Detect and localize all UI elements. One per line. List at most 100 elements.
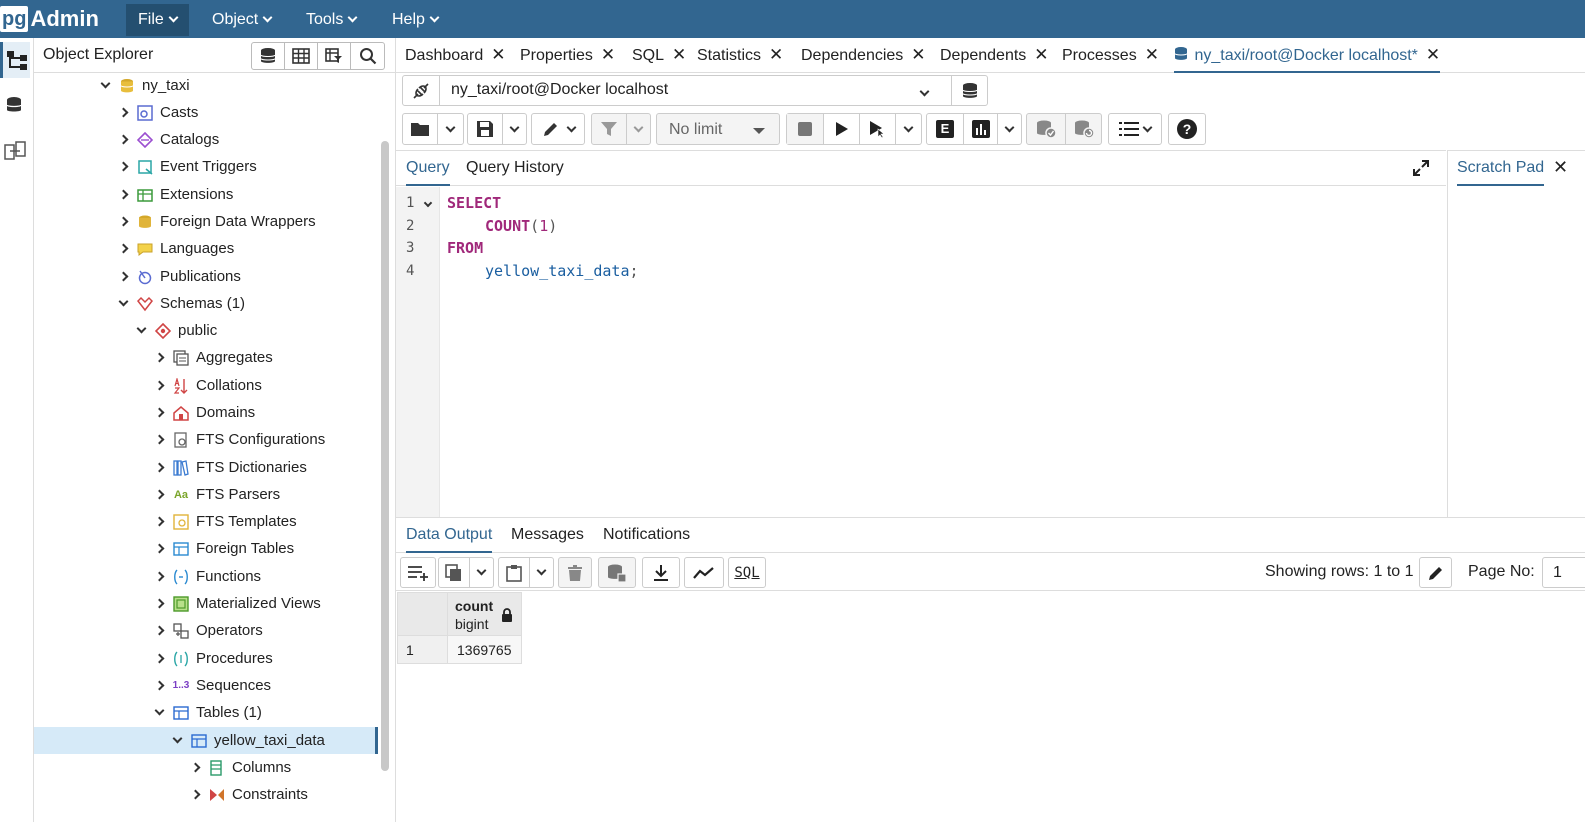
column-header-count[interactable]: count bigint	[447, 592, 522, 636]
tab-properties[interactable]: Properties ✕	[520, 38, 615, 73]
tree-item-tables[interactable]: Tables (1)	[34, 699, 378, 726]
chevron-right-icon[interactable]	[186, 762, 204, 773]
fold-chevron-icon[interactable]	[423, 195, 433, 212]
chevron-down-icon[interactable]	[96, 78, 114, 89]
close-icon[interactable]: ✕	[1553, 157, 1568, 178]
chevron-right-icon[interactable]	[150, 489, 168, 500]
macros-button[interactable]	[1109, 114, 1161, 144]
tab-dashboard[interactable]: Dashboard ✕	[405, 38, 506, 73]
chevron-down-icon[interactable]	[168, 733, 186, 744]
chevron-right-icon[interactable]	[186, 789, 204, 800]
filter-dropdown[interactable]	[626, 114, 650, 144]
tree-item-fts-parsers[interactable]: Aa FTS Parsers	[34, 481, 378, 508]
tree-item-schemas[interactable]: Schemas (1)	[34, 290, 378, 317]
copy-dropdown[interactable]	[469, 558, 493, 587]
chevron-right-icon[interactable]	[150, 598, 168, 609]
tree-item-domains[interactable]: Domains	[34, 399, 378, 426]
chevron-down-icon[interactable]	[114, 296, 132, 307]
tree-item-casts[interactable]: Casts	[34, 99, 378, 126]
chevron-right-icon[interactable]	[114, 216, 132, 227]
tree-item-constraints[interactable]: Constraints	[34, 781, 378, 808]
tree-item-procedures[interactable]: Procedures	[34, 645, 378, 672]
tree-item-public[interactable]: public	[34, 317, 378, 344]
tab-sql[interactable]: SQL ✕	[632, 38, 686, 73]
connection-status-icon[interactable]	[403, 76, 440, 105]
close-icon[interactable]: ✕	[1145, 38, 1159, 72]
explain-button[interactable]: E	[927, 114, 963, 144]
tree-item-languages[interactable]: Languages	[34, 235, 378, 262]
tree-item-aggregates[interactable]: Aggregates	[34, 344, 378, 371]
help-button[interactable]: ?	[1169, 114, 1205, 144]
tree-item-fts-templates[interactable]: FTS Templates	[34, 508, 378, 535]
stop-button[interactable]	[787, 114, 823, 144]
chevron-right-icon[interactable]	[150, 571, 168, 582]
close-icon[interactable]: ✕	[1034, 38, 1048, 72]
explorer-scrollbar[interactable]	[381, 141, 389, 771]
menu-tools[interactable]: Tools	[294, 4, 368, 36]
tab-query-history[interactable]: Query History	[466, 151, 564, 186]
tree-item-yellow-taxi-data[interactable]: yellow_taxi_data	[34, 727, 378, 754]
tab-query[interactable]: Query	[406, 151, 450, 186]
tab-dependents[interactable]: Dependents ✕	[940, 38, 1049, 73]
copy-button[interactable]	[439, 558, 469, 587]
chevron-down-icon[interactable]	[150, 705, 168, 716]
close-icon[interactable]: ✕	[769, 38, 783, 72]
chevron-right-icon[interactable]	[150, 407, 168, 418]
schema-diff-icon[interactable]	[0, 133, 30, 169]
close-icon[interactable]: ✕	[911, 38, 925, 72]
tree-item-event-triggers[interactable]: Event Triggers	[34, 153, 378, 180]
chevron-right-icon[interactable]	[150, 680, 168, 691]
delete-row-button[interactable]	[558, 557, 592, 588]
paste-button[interactable]	[499, 558, 529, 587]
tree-item-collations[interactable]: Collations	[34, 372, 378, 399]
chevron-right-icon[interactable]	[114, 134, 132, 145]
close-icon[interactable]: ✕	[672, 38, 686, 72]
explain-analyze-button[interactable]	[963, 114, 997, 144]
tree-item-sequences[interactable]: 1..3 Sequences	[34, 672, 378, 699]
tree-item-extensions[interactable]: Extensions	[34, 181, 378, 208]
menu-object[interactable]: Object	[200, 4, 283, 36]
chevron-right-icon[interactable]	[150, 352, 168, 363]
tab-data-output[interactable]: Data Output	[406, 518, 493, 553]
tree-item-materialized-views[interactable]: Materialized Views	[34, 590, 378, 617]
chevron-right-icon[interactable]	[150, 516, 168, 527]
chevron-down-icon[interactable]	[919, 84, 930, 101]
save-data-button[interactable]	[598, 557, 636, 588]
tab-query-tool[interactable]: ny_taxi/root@Docker localhost* ✕	[1174, 38, 1441, 73]
tab-messages[interactable]: Messages	[511, 518, 584, 553]
row-number-cell[interactable]: 1	[397, 635, 448, 664]
tree-item-foreign-data-wrappers[interactable]: Foreign Data Wrappers	[34, 208, 378, 235]
paste-dropdown[interactable]	[529, 558, 553, 587]
menu-help[interactable]: Help	[380, 4, 450, 36]
sql-view-button[interactable]: SQL	[728, 557, 766, 588]
close-icon[interactable]: ✕	[1426, 38, 1440, 72]
save-file-button[interactable]	[468, 114, 502, 144]
edit-button[interactable]	[532, 114, 584, 144]
chevron-right-icon[interactable]	[114, 107, 132, 118]
view-data-button[interactable]	[285, 43, 318, 69]
chevron-right-icon[interactable]	[150, 434, 168, 445]
chevron-right-icon[interactable]	[150, 543, 168, 554]
menu-file[interactable]: File	[126, 4, 189, 36]
explain-dropdown[interactable]	[997, 114, 1021, 144]
open-file-button[interactable]	[403, 114, 437, 144]
table-cell[interactable]: 1369765	[447, 635, 522, 664]
chevron-right-icon[interactable]	[150, 653, 168, 664]
tab-dependencies[interactable]: Dependencies ✕	[801, 38, 926, 73]
tab-notifications[interactable]: Notifications	[603, 518, 690, 553]
chevron-right-icon[interactable]	[150, 380, 168, 391]
search-objects-button[interactable]	[351, 43, 384, 69]
add-row-button[interactable]	[400, 557, 436, 588]
row-limit-select[interactable]: No limit	[656, 113, 780, 145]
save-file-dropdown[interactable]	[502, 114, 526, 144]
chevron-right-icon[interactable]	[114, 243, 132, 254]
grid-corner[interactable]	[397, 592, 448, 636]
execute-script-button[interactable]	[859, 114, 895, 144]
tree-item-ny-taxi[interactable]: ny_taxi	[34, 72, 378, 99]
tree-item-publications[interactable]: Publications	[34, 263, 378, 290]
graph-visualiser-button[interactable]	[684, 557, 724, 588]
new-connection-button[interactable]	[951, 76, 988, 105]
tree-item-columns[interactable]: Columns	[34, 754, 378, 781]
edit-rows-button[interactable]	[1419, 557, 1452, 588]
chevron-right-icon[interactable]	[114, 161, 132, 172]
